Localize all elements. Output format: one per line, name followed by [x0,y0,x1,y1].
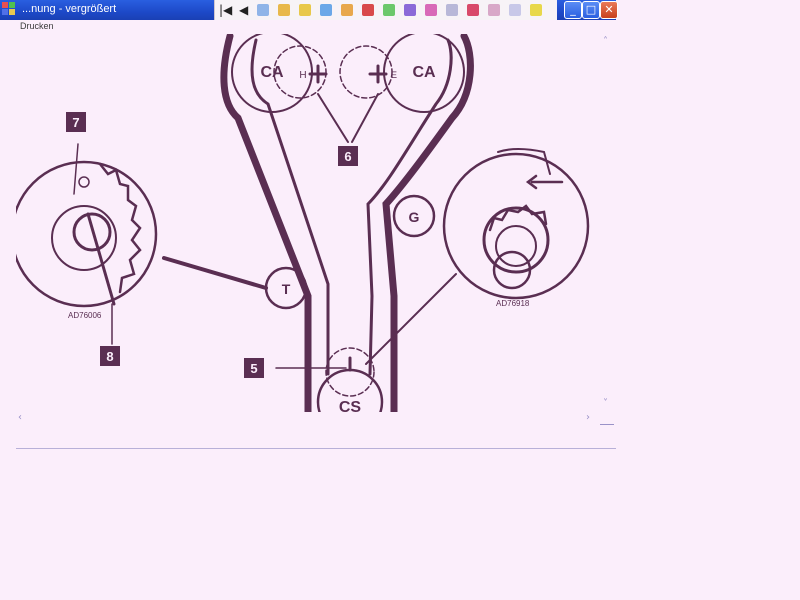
settings-icon[interactable] [507,2,523,18]
camshaft-left-label: CA [260,64,284,81]
scroll-left-icon[interactable]: ‹ [18,412,22,423]
minimize-button[interactable]: _ [564,1,582,19]
callout-6: 6 [344,149,351,164]
mark-e-label: E [391,70,397,80]
menu-bar: Drucken [16,20,616,34]
first-page-icon[interactable]: |◀ [219,2,232,18]
figure-code-right: AD76918 [496,299,530,308]
callout-5: 5 [250,361,257,376]
camshaft-right-label: CA [412,64,436,81]
palette-icon[interactable] [276,2,292,18]
app-icon[interactable] [2,2,16,16]
zoom-icon[interactable] [255,2,271,18]
window-title: ...nung - vergrößert [22,3,117,15]
highlighter-icon[interactable] [297,2,313,18]
tensioner-label: T [282,281,291,297]
print-icon[interactable] [339,2,355,18]
tool-icon[interactable] [444,2,460,18]
scroll-down-icon[interactable]: ˅ [603,398,608,409]
previous-page-icon[interactable]: ◀ [239,2,248,18]
stamp-icon[interactable] [465,2,481,18]
vertical-scrollbar[interactable]: ˄ ˅ [600,34,616,412]
horizontal-scrollbar[interactable]: ‹ › [16,412,600,426]
close-button[interactable]: ✕ [600,1,618,19]
timing-belt-diagram: CA CA H E G T CS 6 7 8 5 AD76006 AD76918 [16,34,590,412]
flag-icon[interactable] [528,2,544,18]
crankshaft-label: CS [339,399,362,412]
mark-h-label: H [299,70,306,81]
face-icon[interactable] [360,2,376,18]
guide-label: G [409,209,420,225]
toolbar: |◀ ◀ [214,0,557,20]
figure-code-left: AD76006 [68,311,102,320]
image-icon[interactable] [402,2,418,18]
status-divider [16,448,616,449]
callout-8: 8 [106,349,113,364]
person-icon[interactable] [486,2,502,18]
copy-icon[interactable] [318,2,334,18]
callout-7: 7 [72,115,79,130]
document-view[interactable]: CA CA H E G T CS 6 7 8 5 AD76006 AD76918 [16,34,616,412]
scroll-right-icon[interactable]: › [586,412,590,423]
scroll-up-icon[interactable]: ˄ [603,36,608,47]
menu-print[interactable]: Drucken [20,21,54,31]
note-icon[interactable] [381,2,397,18]
edit-icon[interactable] [423,2,439,18]
size-grip[interactable] [600,424,614,425]
maximize-button[interactable]: □ [582,1,600,19]
